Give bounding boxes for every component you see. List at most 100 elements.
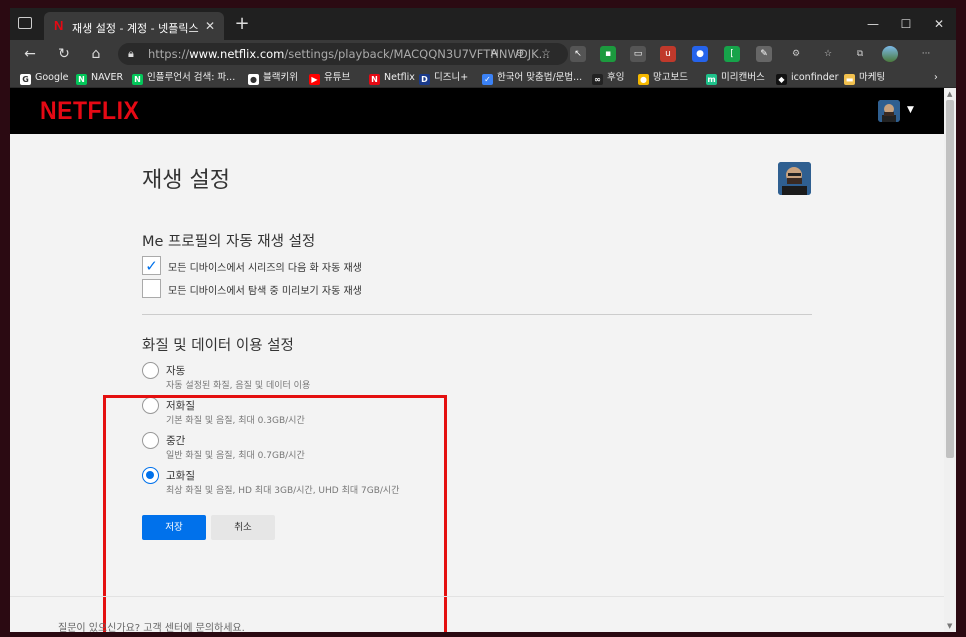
bookmark-item[interactable]: G Google (20, 71, 69, 85)
bookmark-label: 블랙키위 (263, 72, 298, 83)
quality-low-desc: 기본 화질 및 음질, 최대 0.3GB/시간 (166, 416, 305, 426)
bookmark-item[interactable]: ◆ iconfinder (776, 71, 838, 85)
quality-auto-desc: 자동 설정된 화질, 음질 및 데이터 이용 (166, 381, 311, 391)
bookmark-label: 유튜브 (324, 72, 351, 83)
cancel-button[interactable]: 취소 (211, 515, 275, 540)
netflix-page: NETFLIX ▼ 재생 설정 Me 프로필의 자동 재생 설정 ✓ 모든 디바… (10, 88, 944, 632)
extension-blue-icon[interactable]: ● (692, 46, 708, 62)
netflix-header: NETFLIX ▼ (10, 88, 944, 134)
page-scrollbar[interactable]: ▲ ▼ (944, 88, 956, 632)
quality-auto-radio[interactable] (142, 362, 159, 379)
favorites-list-icon[interactable]: ☆ (820, 46, 836, 62)
disney-icon: D (419, 74, 430, 85)
naver-icon: N (132, 74, 143, 85)
autoplay-section-title: Me 프로필의 자동 재생 설정 (142, 234, 316, 250)
favorite-star-icon[interactable]: ☆ (538, 46, 554, 62)
folder-icon: ▬ (844, 74, 855, 85)
footer-divider (10, 596, 944, 597)
refresh-icon[interactable]: ↻ (54, 44, 74, 64)
bookmark-item[interactable]: ▬ 마케팅 (844, 71, 885, 85)
scroll-down-icon[interactable]: ▼ (947, 622, 952, 630)
quality-option-high[interactable]: 고화질 최상 화질 및 음질, HD 최대 3GB/시간, UHD 최대 7GB… (142, 467, 542, 499)
bookmark-item[interactable]: ● 블랙키위 (248, 71, 298, 85)
extension-cursor-icon[interactable]: ↖ (570, 46, 586, 62)
bookmark-label: Google (35, 72, 69, 83)
bookmark-label: 디즈니+ (434, 72, 469, 83)
mango-icon: ● (638, 74, 649, 85)
new-tab-icon[interactable]: + (232, 14, 252, 34)
scrollbar-thumb[interactable] (946, 100, 954, 458)
read-aloud-icon[interactable]: A (486, 46, 502, 62)
youtube-icon: ▶ (309, 74, 320, 85)
zoom-icon[interactable]: ⊖ (512, 46, 528, 62)
tab-title: 재생 설정 - 계정 - 넷플릭스 (72, 22, 199, 35)
quality-option-medium[interactable]: 중간 일반 화질 및 음질, 최대 0.7GB/시간 (142, 432, 542, 464)
profile-picture (778, 162, 811, 195)
bookmark-item[interactable]: ● 망고보드 (638, 71, 688, 85)
naver-icon: N (76, 74, 87, 85)
quality-low-radio[interactable] (142, 397, 159, 414)
bookmarks-overflow-icon[interactable]: › (934, 71, 938, 85)
google-icon: G (20, 74, 31, 85)
extension-ublock-icon[interactable]: u (660, 46, 676, 62)
netflix-logo[interactable]: NETFLIX (40, 96, 139, 126)
autoplay-next-episode-label: 모든 디바이스에서 시리즈의 다음 화 자동 재생 (168, 263, 362, 274)
minimize-icon[interactable]: — (858, 14, 888, 34)
bookmark-item[interactable]: N 인플루언서 검색: 파... (132, 71, 235, 85)
tab-close-icon[interactable]: ✕ (202, 18, 218, 34)
footer-help-link[interactable]: 질문이 있으신가요? 고객 센터에 문의하세요. (58, 619, 245, 632)
lock-icon[interactable]: 🔒︎ (128, 47, 142, 61)
kiwi-icon: ● (248, 74, 259, 85)
home-icon[interactable]: ⌂ (86, 44, 106, 64)
bookmark-item[interactable]: ▶ 유튜브 (309, 71, 350, 85)
tab-netflix[interactable]: N 재생 설정 - 계정 - 넷플릭스 ✕ (44, 12, 224, 40)
autoplay-next-episode-checkbox[interactable]: ✓ (142, 256, 161, 275)
profile-avatar-icon[interactable] (882, 46, 898, 62)
bookmark-item[interactable]: D 디즈니+ (419, 71, 468, 85)
tab-actions-icon[interactable] (18, 17, 32, 29)
bookmark-label: 한국어 맞춤법/문법... (497, 72, 583, 83)
navigation-bar: ← ↻ ⌂ 🔒︎ https://www.netflix.com/setting… (10, 40, 956, 68)
quality-medium-label: 중간 (166, 435, 186, 447)
whooing-icon: ∞ (592, 74, 603, 85)
tab-strip: N 재생 설정 - 계정 - 넷플릭스 ✕ + — ☐ ✕ (10, 8, 956, 40)
quality-high-radio[interactable] (142, 467, 159, 484)
quality-medium-radio[interactable] (142, 432, 159, 449)
netflix-favicon-icon: N (54, 18, 64, 33)
bookmark-item[interactable]: ✓ 한국어 맞춤법/문법... (482, 71, 582, 85)
back-icon[interactable]: ← (20, 44, 40, 64)
page-title: 재생 설정 (142, 168, 230, 193)
profile-caret-icon[interactable]: ▼ (907, 105, 914, 115)
section-divider (142, 314, 812, 315)
extension-green-icon[interactable]: ▪ (600, 46, 616, 62)
bookmark-item[interactable]: ∞ 후잉 (592, 71, 624, 85)
quality-option-low[interactable]: 저화질 기본 화질 및 음질, 최대 0.3GB/시간 (142, 397, 542, 429)
bookmark-label: 후잉 (607, 72, 625, 83)
collections-icon[interactable]: ⧉ (852, 46, 868, 62)
more-menu-icon[interactable]: ··· (918, 46, 934, 62)
maximize-icon[interactable]: ☐ (891, 14, 921, 34)
bookmark-item[interactable]: N NAVER (76, 71, 123, 85)
bookmark-item[interactable]: N Netflix (369, 71, 415, 85)
address-bar[interactable]: 🔒︎ https://www.netflix.com/settings/play… (118, 43, 568, 65)
bookmarks-bar: G Google N NAVER N 인플루언서 검색: 파... ● 블랙키위 ▶ 유튜브 N Ne… (10, 68, 956, 88)
autoplay-previews-checkbox[interactable] (142, 279, 161, 298)
extension-print-icon[interactable]: ▭ (630, 46, 646, 62)
autoplay-previews-label: 모든 디바이스에서 탐색 중 미리보기 자동 재생 (168, 286, 362, 297)
bookmark-item[interactable]: m 미리캔버스 (706, 71, 765, 85)
close-window-icon[interactable]: ✕ (924, 14, 954, 34)
extension-pen-icon[interactable]: ✎ (756, 46, 772, 62)
bookmark-label: 망고보드 (653, 72, 688, 83)
extension-bracket-icon[interactable]: [ (724, 46, 740, 62)
netflix-icon: N (369, 74, 380, 85)
scroll-up-icon[interactable]: ▲ (947, 90, 952, 98)
quality-high-desc: 최상 화질 및 음질, HD 최대 3GB/시간, UHD 최대 7GB/시간 (166, 486, 400, 496)
bookmark-label: 인플루언서 검색: 파... (147, 72, 236, 83)
save-button[interactable]: 저장 (142, 515, 206, 540)
bookmark-label: NAVER (91, 72, 124, 83)
quality-option-auto[interactable]: 자동 자동 설정된 화질, 음질 및 데이터 이용 (142, 362, 542, 394)
header-profile-avatar[interactable] (878, 100, 900, 122)
quality-low-label: 저화질 (166, 400, 195, 412)
bookmark-label: 미리캔버스 (721, 72, 765, 83)
extensions-puzzle-icon[interactable]: ⚙ (788, 46, 804, 62)
